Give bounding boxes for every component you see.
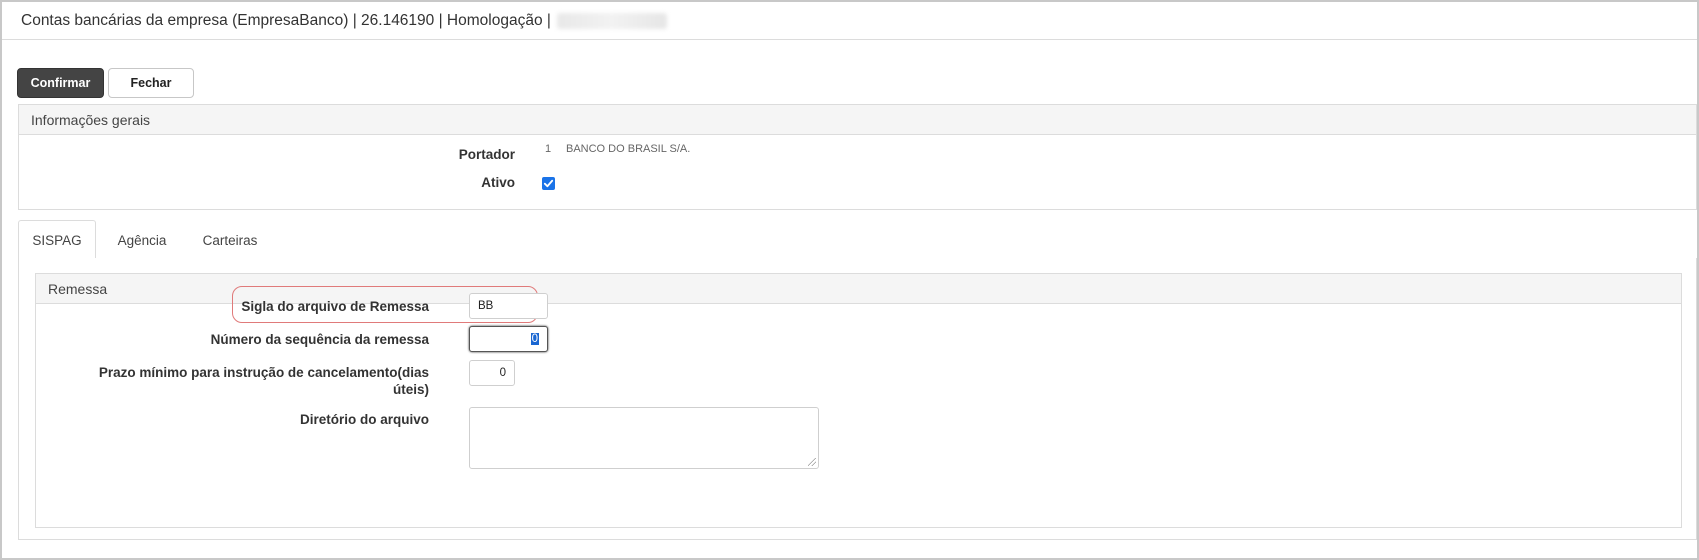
diretorio-textarea[interactable] — [469, 407, 819, 469]
remessa-panel: Remessa Sigla do arquivo de Remessa BB N… — [35, 273, 1682, 528]
tab-agencia[interactable]: Agência — [100, 220, 184, 260]
close-button[interactable]: Fechar — [108, 68, 194, 98]
prazo-input[interactable]: 0 — [469, 360, 515, 386]
general-info-header: Informações gerais — [19, 105, 1696, 135]
ativo-label: Ativo — [481, 175, 515, 190]
prazo-label-line1: Prazo mínimo para instrução de cancelame… — [98, 365, 429, 380]
window: Contas bancárias da empresa (EmpresaBanc… — [0, 0, 1699, 560]
confirm-button[interactable]: Confirmar — [17, 68, 104, 98]
check-icon — [543, 179, 554, 188]
tab-carteiras[interactable]: Carteiras — [184, 220, 276, 260]
tab-bar: SISPAG Agência Carteiras — [18, 220, 1697, 260]
ativo-checkbox[interactable] — [542, 177, 555, 190]
tab-sispag[interactable]: SISPAG — [18, 220, 96, 260]
portador-code: 1 — [545, 143, 552, 155]
window-title: Contas bancárias da empresa (EmpresaBanc… — [21, 11, 551, 29]
prazo-label: Prazo mínimo para instrução de cancelame… — [76, 364, 429, 398]
tab-content: Remessa Sigla do arquivo de Remessa BB N… — [18, 258, 1697, 540]
diretorio-label: Diretório do arquivo — [299, 412, 429, 427]
sequencia-value: 0 — [530, 333, 539, 345]
general-info-panel: Informações gerais Portador 1 BANCO DO B… — [18, 104, 1697, 210]
portador-label: Portador — [458, 147, 515, 162]
sigla-label: Sigla do arquivo de Remessa — [241, 299, 429, 314]
title-bar: Contas bancárias da empresa (EmpresaBanc… — [2, 2, 1697, 40]
redacted-environment — [556, 12, 667, 29]
sigla-input[interactable]: BB — [469, 293, 548, 319]
sequencia-label: Número da sequência da remessa — [210, 332, 429, 347]
resize-grip-icon[interactable] — [808, 458, 816, 466]
prazo-label-line2: úteis) — [392, 382, 429, 397]
sequencia-input[interactable]: 0 — [469, 326, 548, 352]
portador-name: BANCO DO BRASIL S/A. — [566, 143, 691, 155]
